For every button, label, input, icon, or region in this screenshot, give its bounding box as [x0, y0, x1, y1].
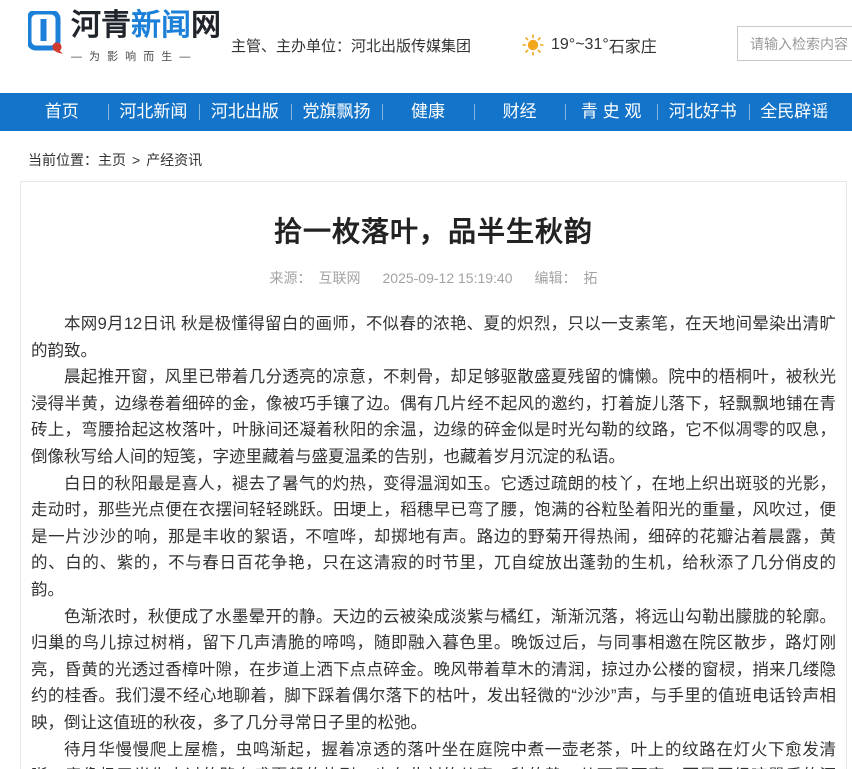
article-body: 本网9月12日讯 秋是极懂得留白的画师，不似春的浓艳、夏的炽烈，只以一支素笔，在…	[31, 311, 836, 769]
weather-widget: 19°~31°石家庄	[522, 33, 657, 57]
article-paragraph: 色渐浓时，秋便成了水墨晕开的静。天边的云被染成淡紫与橘红，渐渐沉落，将远山勾勒出…	[31, 604, 836, 737]
logo-part-blue: 新闻	[131, 9, 191, 42]
nav-list: 首页河北新闻河北出版党旗飘扬健康财经青 史 观河北好书全民辟谣	[0, 93, 852, 131]
hq-logo-icon	[28, 11, 64, 55]
article-paragraph: 本网9月12日讯 秋是极懂得留白的画师，不似春的浓艳、夏的炽烈，只以一支素笔，在…	[31, 311, 836, 364]
publish-datetime: 2025-09-12 15:19:40	[383, 270, 513, 286]
article-meta: 来源： 互联网 2025-09-12 15:19:40 编辑： 拓	[31, 268, 836, 288]
breadcrumb-label: 当前位置：	[28, 152, 98, 168]
nav-item[interactable]: 河北好书	[657, 93, 749, 131]
logo-text: 河青新闻网 — 为 影 响 而 生 —	[71, 9, 221, 64]
nav-item[interactable]: 青 史 观	[565, 93, 657, 131]
breadcrumb: 当前位置：主页 > 产经资讯	[0, 131, 852, 181]
site-logo[interactable]: 河青新闻网 — 为 影 响 而 生 —	[28, 9, 221, 64]
breadcrumb-separator: >	[132, 152, 140, 168]
nav-item[interactable]: 全民辟谣	[749, 93, 841, 131]
editor-label: 编辑：	[535, 270, 577, 286]
breadcrumb-category-link[interactable]: 产经资讯	[146, 152, 202, 168]
sponsor-text: 主管、主办单位：河北出版传媒集团	[231, 35, 471, 56]
nav-item[interactable]: 河北出版	[199, 93, 291, 131]
editor-value: 拓	[584, 270, 598, 286]
main-nav: 首页河北新闻河北出版党旗飘扬健康财经青 史 观河北好书全民辟谣	[0, 93, 852, 131]
logo-title: 河青新闻网	[71, 9, 221, 43]
article-title: 拾一枚落叶，品半生秋韵	[31, 214, 836, 250]
nav-item[interactable]: 首页	[16, 93, 108, 131]
nav-item[interactable]: 党旗飘扬	[291, 93, 383, 131]
logo-part-dark: 河青	[71, 9, 131, 42]
weather-city: 石家庄	[609, 33, 657, 57]
source-label: 来源：	[270, 270, 312, 286]
logo-tagline: — 为 影 响 而 生 —	[71, 48, 221, 64]
site-header: 河青新闻网 — 为 影 响 而 生 — 主管、主办单位：河北出版传媒集团 19°…	[0, 0, 852, 93]
article-paragraph: 白日的秋阳最是喜人，褪去了暑气的灼热，变得温润如玉。它透过疏朗的枝丫，在地上织出…	[31, 471, 836, 604]
sun-icon	[522, 34, 544, 56]
weather-temp: 19°~31°	[551, 36, 609, 54]
nav-item[interactable]: 河北新闻	[108, 93, 200, 131]
search-input[interactable]	[737, 26, 852, 61]
article-paragraph: 晨起推开窗，风里已带着几分透亮的凉意，不刺骨，却足够驱散盛夏残留的慵懒。院中的梧…	[31, 364, 836, 470]
logo-part-dark2: 网	[191, 9, 221, 42]
source-value: 互联网	[319, 270, 361, 286]
breadcrumb-home-link[interactable]: 主页	[98, 152, 126, 168]
nav-item[interactable]: 财经	[474, 93, 566, 131]
nav-item[interactable]: 健康	[382, 93, 474, 131]
article-paragraph: 待月华慢慢爬上屋檐，虫鸣渐起，握着凉透的落叶坐在庭院中煮一壶老茶，叶上的纹路在灯…	[31, 737, 836, 769]
article-container: 拾一枚落叶，品半生秋韵 来源： 互联网 2025-09-12 15:19:40 编辑：…	[20, 181, 847, 769]
